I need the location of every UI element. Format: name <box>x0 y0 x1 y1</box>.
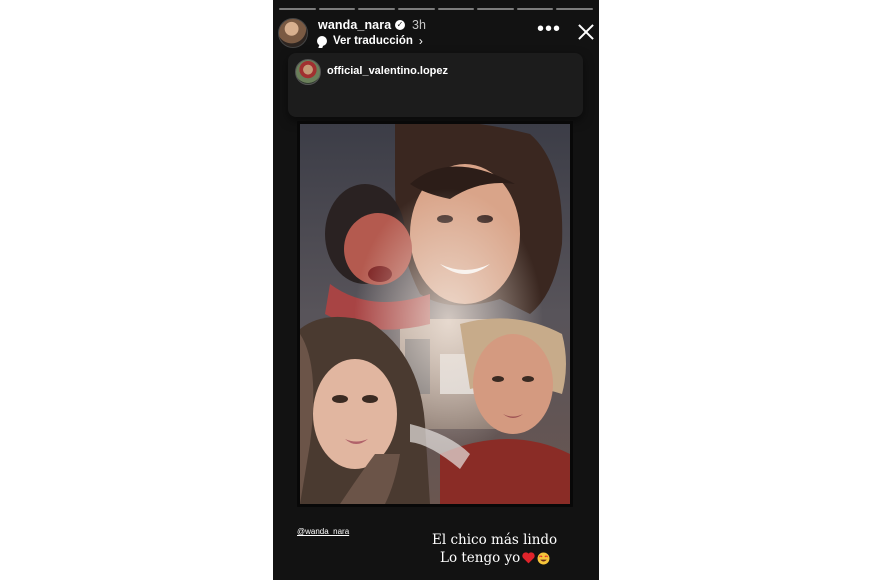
repost-username[interactable]: official_valentino.lopez <box>327 65 448 77</box>
progress-segment <box>279 8 316 10</box>
photo-collage <box>300 124 570 504</box>
translate-label: Ver traducción <box>333 35 413 47</box>
red-heart-icon <box>522 552 535 564</box>
progress-segment <box>358 8 395 10</box>
progress-segment <box>556 8 593 10</box>
chevron-right-icon: › <box>418 34 423 48</box>
caption-line-2: Lo tengo yo <box>440 550 521 566</box>
speech-bubble-icon <box>317 36 327 46</box>
translate-button[interactable]: Ver traducción › <box>317 34 423 48</box>
more-options-icon[interactable]: ••• <box>537 19 561 39</box>
story-viewer[interactable]: wanda_nara ✓ 3h Ver traducción › ••• off… <box>273 0 599 580</box>
author-avatar[interactable] <box>278 18 308 48</box>
post-time: 3h <box>412 18 426 32</box>
photo-frame <box>297 121 573 507</box>
reposted-account-card[interactable]: official_valentino.lopez <box>288 53 583 117</box>
progress-segment <box>437 8 475 10</box>
caption-line-1: El chico más lindo <box>432 532 558 548</box>
verified-badge-icon: ✓ <box>395 20 405 30</box>
progress-segment <box>318 8 356 10</box>
heart-eyes-icon <box>537 552 550 564</box>
progress-segment <box>516 8 554 10</box>
caption-line-2-row: Lo tengo yo <box>440 550 550 566</box>
author-username[interactable]: wanda_nara <box>318 18 391 32</box>
photo-collage-image <box>300 124 570 504</box>
progress-segment <box>477 8 514 10</box>
repost-avatar[interactable] <box>295 59 321 85</box>
story-progress-bar <box>279 8 593 11</box>
close-icon[interactable] <box>576 22 596 42</box>
progress-segment <box>397 8 435 10</box>
story-header: wanda_nara ✓ 3h Ver traducción › ••• <box>273 14 599 56</box>
caption-mention[interactable]: @wanda_nara <box>297 527 349 536</box>
